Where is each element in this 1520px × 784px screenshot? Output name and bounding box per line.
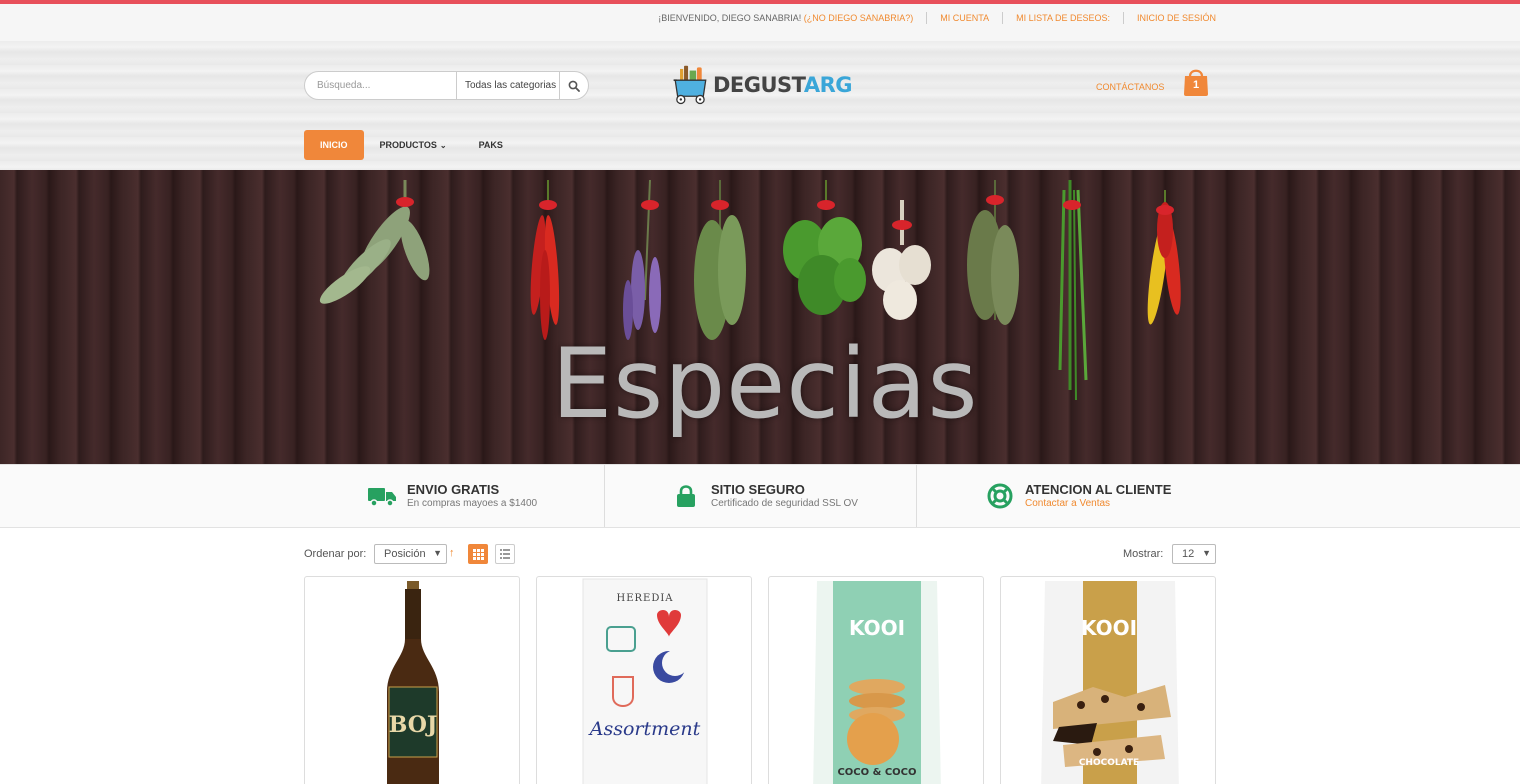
- contact-sales-link[interactable]: Contactar a Ventas: [1025, 497, 1171, 511]
- my-account-link[interactable]: MI CUENTA: [940, 13, 989, 23]
- product-card[interactable]: BOJ: [304, 576, 520, 784]
- lock-icon: [677, 485, 695, 507]
- grid-view-button[interactable]: [468, 544, 488, 564]
- feature-subtitle: Certificado de seguridad SSL OV: [711, 497, 858, 509]
- feature-subtitle: En compras mayoes a $1400: [407, 497, 538, 509]
- beer-bottle-image: BOJ: [387, 581, 439, 784]
- heredia-box-image: HEREDIA Assortment: [582, 578, 708, 784]
- search-bar: Todas las categorias: [304, 71, 589, 100]
- divider: [916, 465, 917, 527]
- search-icon: [568, 80, 581, 92]
- sort-label: Ordenar por:: [304, 548, 367, 560]
- cart-count: 1: [1192, 79, 1200, 91]
- product-brand-text: KOOI: [849, 616, 905, 640]
- show-label: Mostrar:: [1123, 548, 1164, 560]
- feature-title: SITIO SEGURO: [711, 481, 805, 497]
- sort-select[interactable]: Posición ▼: [374, 544, 447, 564]
- chevron-down-icon: ⌄: [439, 140, 447, 150]
- feature-free-shipping: ENVIO GRATIS En compras mayoes a $1400: [367, 465, 537, 527]
- site-logo[interactable]: DEGUSTARG: [672, 59, 853, 111]
- show-select[interactable]: 12 ▼: [1172, 544, 1216, 564]
- product-name-text: CHOCOLATE: [1079, 758, 1139, 768]
- search-input[interactable]: [305, 72, 456, 99]
- hero-banner[interactable]: Especias: [0, 170, 1520, 464]
- product-toolbar: Ordenar por: Posición ▼ ↑ Mostrar: 12 ▼: [304, 543, 1216, 565]
- logo-text-accent: ARG: [803, 73, 853, 97]
- top-links: ¡BIENVENIDO, DIEGO SANABRIA! (¿NO DIEGO …: [658, 12, 1216, 24]
- search-button[interactable]: [559, 72, 588, 99]
- product-name-text: COCO & COCO: [837, 767, 916, 778]
- truck-icon: [368, 488, 396, 507]
- welcome-text: ¡BIENVENIDO, DIEGO SANABRIA!: [658, 13, 802, 23]
- banner-title: Especias: [551, 328, 979, 440]
- product-label-text: BOJ: [389, 712, 438, 738]
- sort-direction-icon[interactable]: ↑: [449, 547, 455, 559]
- dropdown-arrow-icon: ▼: [433, 548, 442, 558]
- nav-item-inicio[interactable]: INICIO: [304, 130, 364, 160]
- product-card[interactable]: KOOI CHOCOLATE: [1000, 576, 1216, 784]
- login-link[interactable]: INICIO DE SESIÓN: [1137, 13, 1216, 23]
- welcome-message: ¡BIENVENIDO, DIEGO SANABRIA! (¿NO DIEGO …: [658, 13, 913, 23]
- logo-text-main: DEGUST: [712, 73, 804, 97]
- product-name-text: Assortment: [588, 718, 701, 740]
- contact-link[interactable]: CONTÁCTANOS: [1096, 82, 1164, 92]
- nav-item-label: PRODUCTOS: [379, 140, 437, 150]
- nav-item-paks[interactable]: PAKS: [463, 130, 519, 160]
- dropdown-arrow-icon: ▼: [1202, 548, 1211, 558]
- feature-title: ENVIO GRATIS: [407, 481, 500, 497]
- not-user-link[interactable]: (¿NO DIEGO SANABRIA?): [804, 13, 914, 23]
- kooi-cantuccini-image: KOOI CHOCOLATE: [1041, 581, 1179, 784]
- product-card[interactable]: KOOI COCO & COCO: [768, 576, 984, 784]
- show-value: 12: [1182, 548, 1195, 560]
- divider: [1002, 12, 1004, 24]
- kooi-cookies-image: KOOI COCO & COCO: [813, 581, 941, 784]
- product-card[interactable]: HEREDIA Assortment: [536, 576, 752, 784]
- wishlist-link[interactable]: MI LISTA DE DESEOS:: [1016, 13, 1110, 23]
- top-bar: ¡BIENVENIDO, DIEGO SANABRIA! (¿NO DIEGO …: [0, 4, 1520, 41]
- features-bar: ENVIO GRATIS En compras mayoes a $1400 S…: [0, 464, 1520, 528]
- product-brand-text: KOOI: [1081, 616, 1137, 640]
- cart-wagon-icon: [673, 65, 707, 105]
- product-brand-text: HEREDIA: [616, 593, 673, 604]
- list-view-button[interactable]: [495, 544, 515, 564]
- lifebuoy-icon: [987, 483, 1013, 509]
- divider: [604, 465, 605, 527]
- divider: [926, 12, 928, 24]
- list-icon: [500, 549, 510, 559]
- grid-icon: [473, 549, 484, 560]
- cart-button[interactable]: 1: [1182, 67, 1210, 97]
- feature-title: ATENCION AL CLIENTE: [1025, 481, 1172, 497]
- category-select[interactable]: Todas las categorias: [455, 72, 559, 99]
- header: Todas las categorias DEGUSTARG CONTÁCTAN…: [0, 41, 1520, 170]
- divider: [1122, 12, 1124, 24]
- feature-secure-site: SITIO SEGURO Certificado de seguridad SS…: [671, 465, 858, 527]
- product-grid: BOJ HEREDIA Assortment KOOI COCO & COCO: [304, 576, 1216, 784]
- main-nav: INICIO PRODUCTOS ⌄ PAKS: [304, 130, 519, 160]
- feature-customer-service: ATENCION AL CLIENTE Contactar a Ventas: [985, 465, 1171, 527]
- sort-value: Posición: [384, 548, 426, 560]
- nav-item-productos[interactable]: PRODUCTOS ⌄: [364, 130, 463, 160]
